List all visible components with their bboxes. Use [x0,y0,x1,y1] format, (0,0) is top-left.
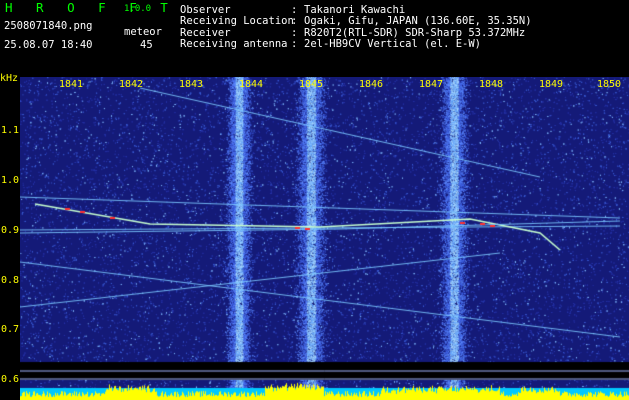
freq-tick-label: 0.8 [1,275,20,286]
freq-tick-label: 1.0 [1,175,20,186]
meteor-count: 45 [140,39,153,51]
time-tick-label: 1842 [119,79,144,90]
location-value: Ogaki, Gifu, JAPAN (136.60E, 35.35N) [304,15,532,27]
freq-tick-label: 0.6 [1,374,20,385]
app-version: 1.0.0 [124,4,152,14]
hrofft-window: H R O F F T 1.0.0 2508071840.png meteor … [0,0,629,400]
time-tick-label: 1846 [359,79,384,90]
freq-tick-label: 1.1 [1,125,20,136]
time-tick-label: 1845 [299,79,324,90]
frequency-unit-label: kHz [0,73,19,84]
spectrogram-canvas [20,77,629,400]
time-tick-label: 1849 [539,79,564,90]
location-label: Receiving Location [180,15,294,27]
info-colon: : [291,38,298,50]
antenna-value: 2el-HB9CV Vertical (el. E-W) [304,38,482,50]
time-tick-label: 1844 [239,79,264,90]
freq-tick-label: 0.7 [1,324,20,335]
time-tick-label: 1847 [419,79,444,90]
time-tick-label: 1841 [59,79,84,90]
time-tick-label: 1843 [179,79,204,90]
time-tick-label: 1850 [597,79,622,90]
file-name: 2508071840.png [4,20,93,32]
info-colon: : [291,15,298,27]
antenna-label: Receiving antenna [180,38,288,50]
meteor-label: meteor [124,26,162,38]
freq-tick-label: 0.9 [1,225,20,236]
time-tick-label: 1848 [479,79,504,90]
capture-datetime: 25.08.07 18:40 [4,39,93,51]
